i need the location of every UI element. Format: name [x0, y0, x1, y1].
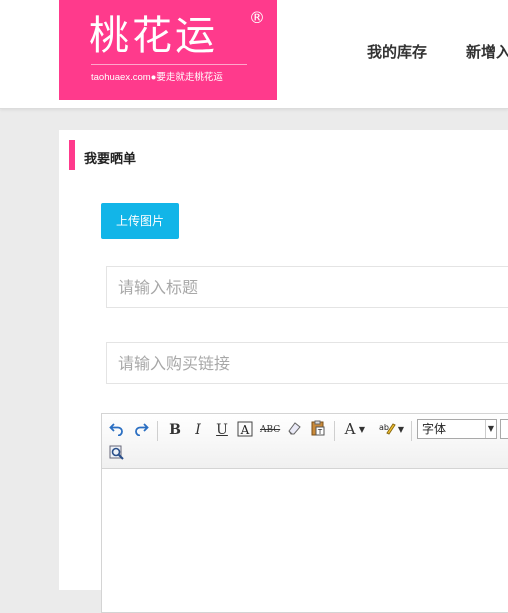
title-input[interactable]: [107, 267, 508, 307]
toolbar-separator: [411, 421, 412, 441]
underline-icon[interactable]: U: [213, 421, 231, 439]
card-title: 我要晒单: [84, 152, 137, 167]
preview-icon[interactable]: [108, 445, 126, 463]
nav-add-new[interactable]: 新增入: [466, 41, 508, 62]
svg-text:A: A: [240, 423, 250, 437]
strikethrough-icon[interactable]: ABC: [260, 421, 280, 439]
redo-icon[interactable]: [132, 420, 150, 438]
purchase-link-field[interactable]: [106, 342, 508, 384]
purchase-link-input[interactable]: [107, 343, 508, 383]
title-field[interactable]: [106, 266, 508, 308]
font-family-value: 字体: [422, 422, 447, 436]
editor-toolbar: B I U A ABC T A ▼ ab ▼ 字体 ▼: [102, 414, 508, 469]
site-logo[interactable]: 桃花运 ® taohuaex.com●要走就走桃花运: [59, 0, 277, 100]
toolbar-separator: [334, 421, 335, 441]
font-size-select[interactable]: [500, 419, 508, 439]
nav-my-inventory[interactable]: 我的库存: [367, 41, 427, 62]
svg-text:ab: ab: [379, 423, 389, 432]
font-border-icon[interactable]: A: [236, 421, 254, 439]
svg-text:T: T: [317, 428, 323, 436]
card-title-accent: [69, 140, 75, 170]
upload-image-button[interactable]: 上传图片: [101, 203, 179, 239]
logo-brand-text: 桃花运: [89, 13, 218, 59]
italic-icon[interactable]: I: [189, 421, 207, 439]
text-color-dropdown-icon[interactable]: ▼: [357, 421, 367, 439]
undo-icon[interactable]: [108, 420, 126, 438]
paste-text-icon[interactable]: T: [309, 420, 327, 438]
eraser-icon[interactable]: [285, 420, 303, 438]
logo-tagline: taohuaex.com●要走就走桃花运: [91, 72, 223, 83]
text-color-icon[interactable]: A: [343, 420, 357, 438]
post-form-card: 我要晒单 上传图片 B I U A ABC: [59, 130, 508, 613]
rich-text-editor: B I U A ABC T A ▼ ab ▼ 字体 ▼: [101, 413, 508, 613]
editor-content-area[interactable]: [102, 469, 508, 609]
registered-mark: ®: [249, 8, 265, 27]
logo-divider: [91, 64, 247, 65]
highlight-color-icon[interactable]: ab: [378, 420, 396, 438]
font-family-select[interactable]: 字体 ▼: [417, 419, 497, 439]
chevron-down-icon: ▼: [485, 420, 496, 438]
toolbar-separator: [157, 421, 158, 441]
bold-icon[interactable]: B: [166, 421, 184, 439]
highlight-dropdown-icon[interactable]: ▼: [396, 421, 406, 439]
site-header: 桃花运 ® taohuaex.com●要走就走桃花运 我的库存 新增入: [0, 0, 508, 109]
